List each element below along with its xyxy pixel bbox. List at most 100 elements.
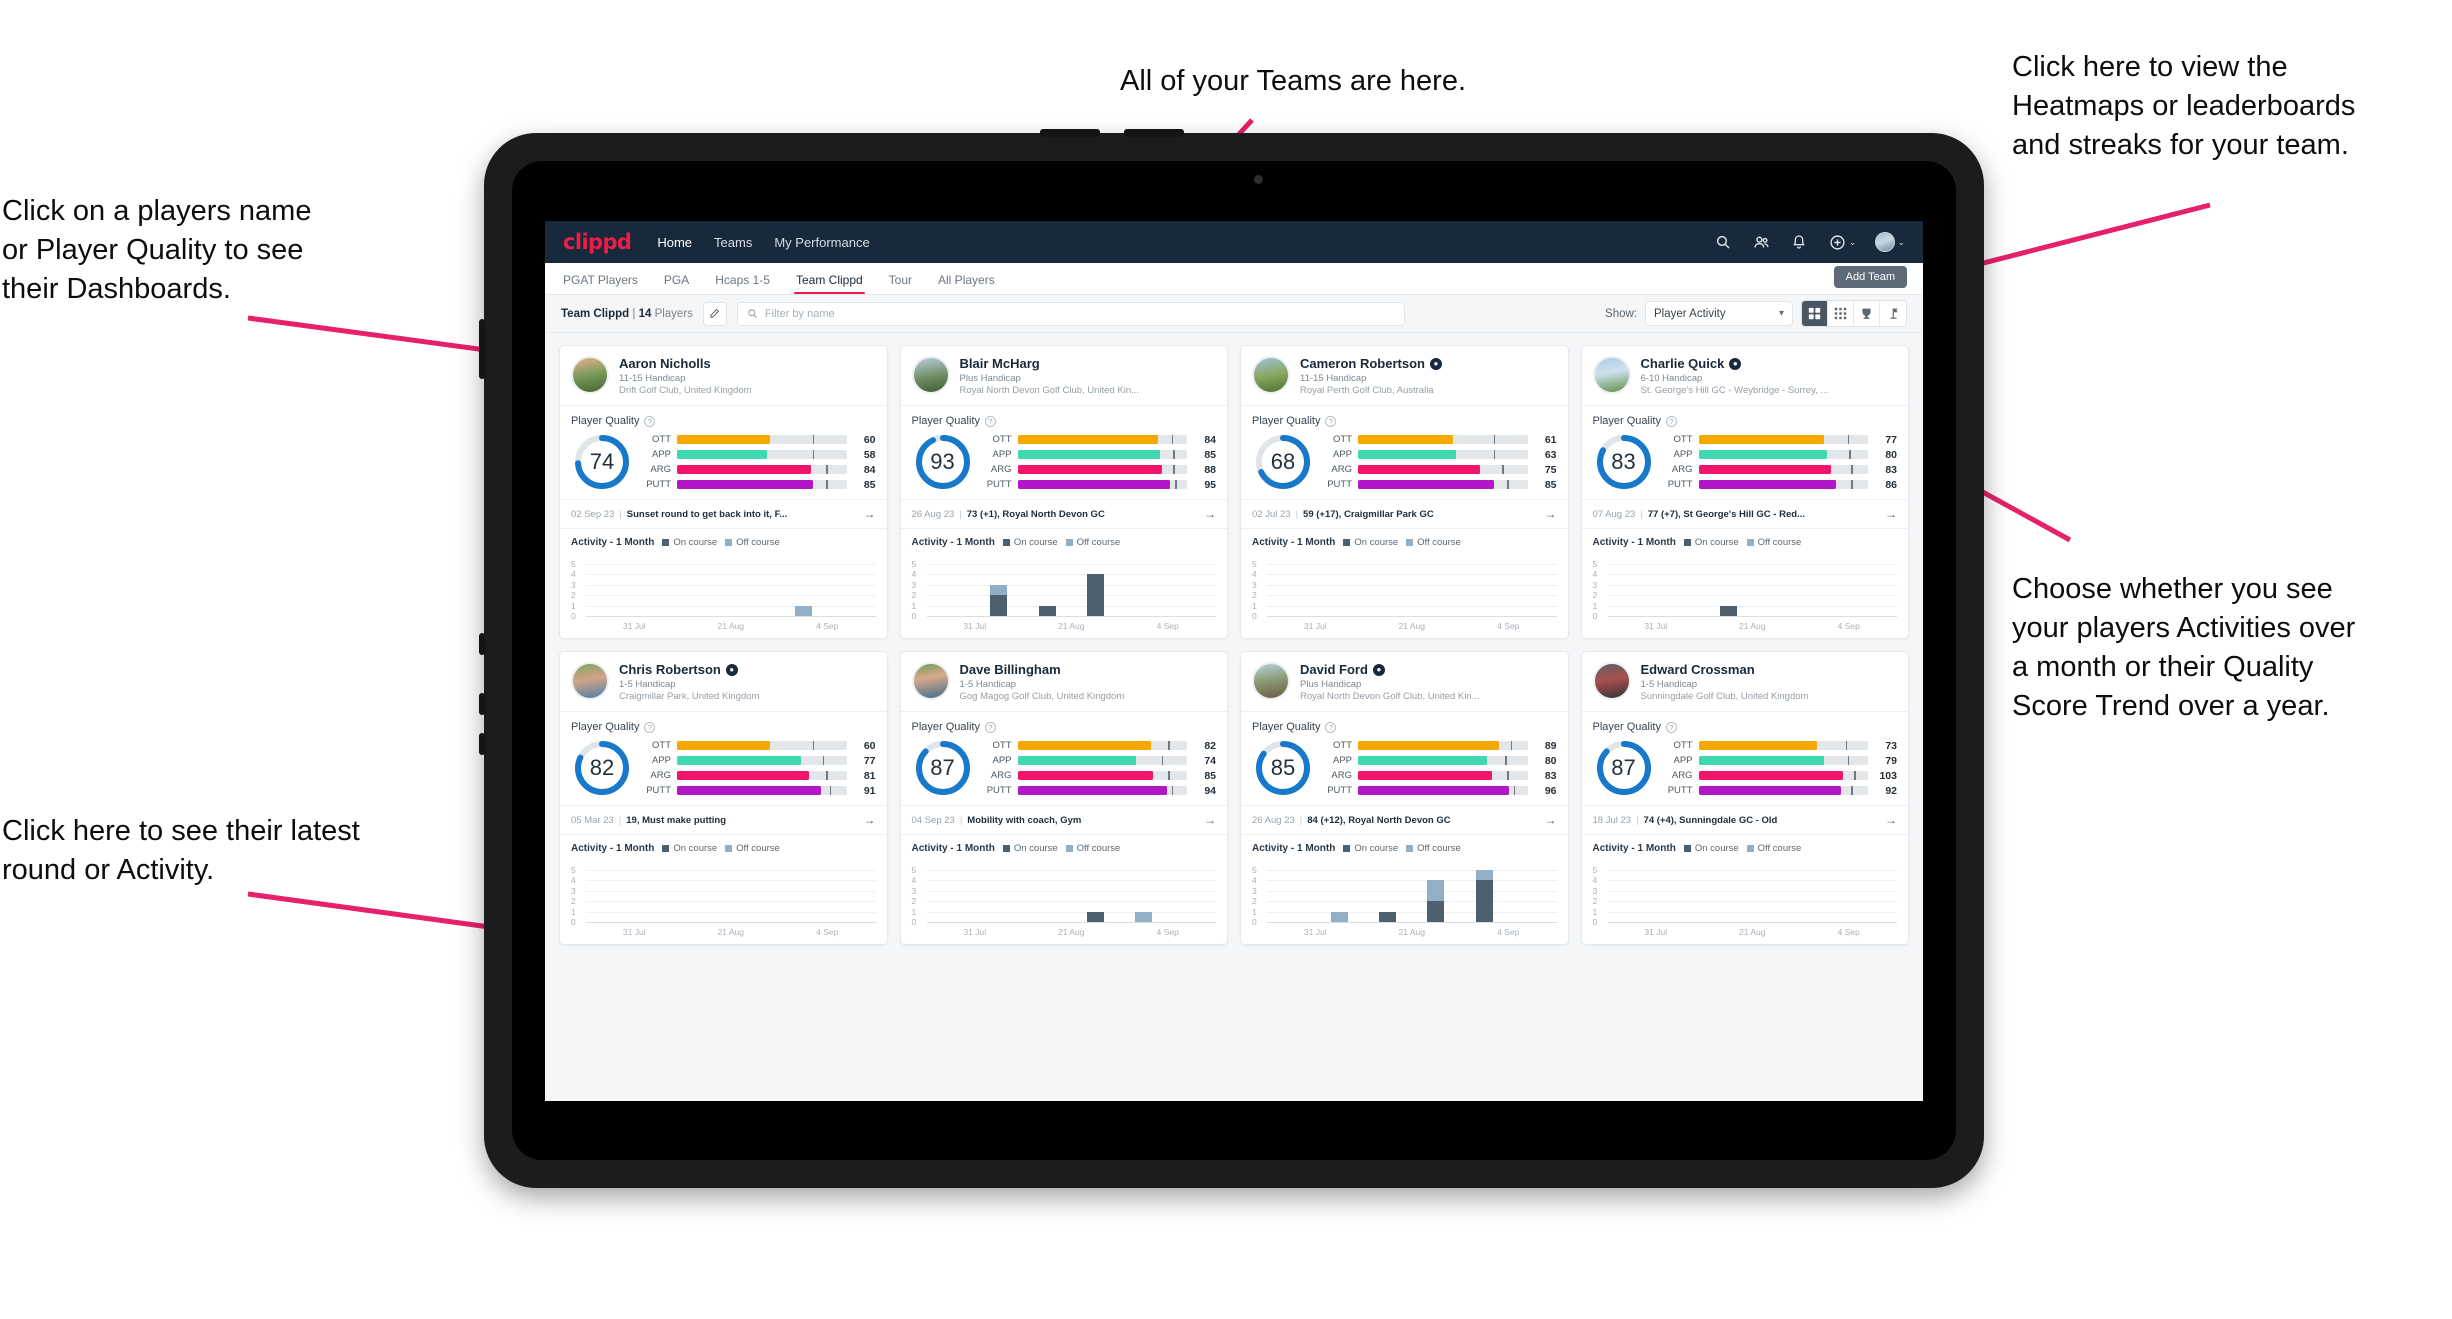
team-tab-team-clippd[interactable]: Team Clippd [793,273,865,294]
player-quality-section[interactable]: Player Quality? 83 OTT 77 APP 80 ARG 83 PUTT 86 [1582,406,1909,499]
avatar [911,356,950,394]
player-name-row[interactable]: Chris Robertson ● [619,662,759,677]
latest-round-row[interactable]: 26 Aug 23 | 73 (+1), Royal North Devon GC → [900,499,1227,529]
player-quality-section[interactable]: Player Quality? 85 OTT 89 APP 80 ARG 83 PUTT 96 [1241,712,1568,805]
player-name[interactable]: Aaron Nicholls [619,356,711,371]
clippd-logo[interactable]: clippd [563,230,632,254]
user-avatar[interactable] [1875,232,1896,252]
player-card[interactable]: Cameron Robertson ● 11-15 Handicap Royal Pe… [1240,345,1569,639]
latest-round-row[interactable]: 02 Jul 23 | 59 (+17), Craigmillar Park GC → [1241,499,1568,529]
player-name-row[interactable]: Charlie Quick ● [1641,356,1829,371]
player-name[interactable]: Blair McHarg [960,356,1040,371]
latest-round-row[interactable]: 05 Mar 23 | 19, Must make putting → [560,805,887,835]
plus-circle-icon[interactable] [1828,233,1847,252]
round-arrow-icon[interactable]: → [1198,507,1216,521]
player-quality-section[interactable]: Player Quality? 87 OTT 73 APP 79 ARG 103 PUTT 92 [1582,712,1909,805]
people-icon[interactable] [1752,233,1771,252]
latest-round-row[interactable]: 26 Aug 23 | 84 (+12), Royal North Devon GC… [1241,805,1568,835]
player-quality-section[interactable]: Player Quality? 68 OTT 61 APP 63 ARG 75 PUTT 85 [1241,406,1568,499]
nav-link-my-performance[interactable]: My Performance [774,235,869,250]
team-tab-hcaps-1-5[interactable]: Hcaps 1-5 [715,273,770,294]
team-tab-tour[interactable]: Tour [889,273,912,294]
round-arrow-icon[interactable]: → [1198,813,1216,827]
player-name-row[interactable]: Aaron Nicholls [619,356,752,371]
legend-swatch-off [1746,845,1754,852]
help-icon[interactable]: ? [1325,721,1337,733]
metric-bar-track [1698,435,1868,444]
pencil-icon[interactable] [702,301,727,326]
add-team-button[interactable]: Add Team [1833,266,1907,288]
help-icon[interactable]: ? [1325,415,1337,427]
help-icon[interactable]: ? [984,721,996,733]
help-icon[interactable]: ? [1665,721,1677,733]
help-icon[interactable]: ? [644,415,656,427]
metric-label: ARG [650,770,671,781]
team-tab-pgat-players[interactable]: PGAT Players [563,273,638,294]
metric-label: ARG [990,770,1012,781]
round-arrow-icon[interactable]: → [1879,813,1897,827]
player-name[interactable]: Edward Crossman [1641,662,1755,677]
search-input-placeholder[interactable]: Filter by name [765,308,835,320]
player-card[interactable]: Edward Crossman 1-5 Handicap Sunningdale G… [1580,651,1909,945]
latest-round-row[interactable]: 18 Jul 23 | 74 (+4), Sunningdale GC - Old → [1581,805,1908,835]
dense-grid-view-button[interactable] [1828,301,1854,326]
team-tab-pga[interactable]: PGA [664,273,689,294]
player-name[interactable]: Cameron Robertson [1300,356,1425,371]
quality-score-ring: 74 [571,431,633,493]
latest-round-row[interactable]: 07 Aug 23 | 77 (+7), St George's Hill GC -… [1581,499,1908,529]
player-name-row[interactable]: Edward Crossman [1641,662,1809,677]
player-card[interactable]: Aaron Nicholls 11-15 Handicap Drift Golf C… [559,345,888,639]
player-card[interactable]: Charlie Quick ● 6-10 Handicap St. George's … [1580,345,1909,639]
metric-value: 84 [863,463,876,476]
player-name-row[interactable]: David Ford ● [1300,662,1480,677]
nav-link-home[interactable]: Home [657,235,692,250]
bell-icon[interactable] [1790,233,1809,252]
player-card[interactable]: David Ford ● Plus Handicap Royal North Devo… [1240,651,1569,945]
latest-round-row[interactable]: 04 Sep 23 | Mobility with coach, Gym → [900,805,1227,835]
chart-bar-column [1071,911,1119,922]
chart-x-tick: 4 Sep [816,927,839,937]
player-card[interactable]: Blair McHarg Plus Handicap Royal North Dev… [899,345,1228,639]
metric-bar-fill [677,741,771,750]
show-select[interactable]: Player Activity ▾ [1645,301,1793,326]
player-quality-section[interactable]: Player Quality? 82 OTT 60 APP 77 ARG 81 PUTT 91 [560,712,887,805]
round-arrow-icon[interactable]: → [858,507,876,521]
round-arrow-icon[interactable]: → [858,813,876,827]
chart-x-tick: 4 Sep [816,621,839,631]
help-icon[interactable]: ? [644,721,656,733]
search-icon[interactable] [1714,233,1733,252]
trophy-icon[interactable] [1854,301,1880,326]
player-name-row[interactable]: Cameron Robertson ● [1300,356,1442,371]
round-arrow-icon[interactable]: → [1539,507,1557,521]
team-tab-all-players[interactable]: All Players [938,273,995,294]
player-quality-section[interactable]: Player Quality? 87 OTT 82 APP 74 ARG 85 PUTT 94 [901,712,1228,805]
chart-x-tick: 4 Sep [1497,621,1520,631]
chart-axis [926,922,1216,923]
player-name[interactable]: Charlie Quick [1641,356,1725,371]
player-name-row[interactable]: Blair McHarg [960,356,1140,371]
chart-bar-stack [1086,574,1104,616]
nav-link-teams[interactable]: Teams [714,235,752,250]
player-quality-label: Player Quality [1252,415,1321,427]
player-card[interactable]: Chris Robertson ● 1-5 Handicap Craigmillar … [559,651,888,945]
filter-by-name-search[interactable]: Filter by name [736,301,1405,326]
device-button-left-4 [479,733,485,755]
help-icon[interactable]: ? [984,415,996,427]
flag-icon[interactable] [1880,301,1906,326]
user-menu-caret-icon[interactable]: ⌄ [1897,237,1905,248]
player-quality-section[interactable]: Player Quality? 93 OTT 84 APP 85 ARG 88 PUTT 95 [901,406,1228,499]
player-name[interactable]: Dave Billingham [960,662,1061,677]
player-card[interactable]: Dave Billingham 1-5 Handicap Gog Magog Gol… [899,651,1228,945]
chart-y-tick: 4 [1592,569,1598,580]
player-quality-section[interactable]: Player Quality? 74 OTT 60 APP 58 ARG 84 PUTT 85 [560,406,887,499]
player-name[interactable]: Chris Robertson [619,662,721,677]
add-menu-caret-icon[interactable]: ⌄ [1849,237,1857,248]
player-name-row[interactable]: Dave Billingham [960,662,1125,677]
round-arrow-icon[interactable]: → [1539,813,1557,827]
round-arrow-icon[interactable]: → [1879,507,1897,521]
help-icon[interactable]: ? [1665,415,1677,427]
latest-round-row[interactable]: 02 Sep 23 | Sunset round to get back into … [560,499,887,529]
grid-view-button[interactable] [1802,301,1828,326]
chart-x-labels: 31 Jul 21 Aug 4 Sep [1608,621,1898,631]
player-name[interactable]: David Ford [1300,662,1368,677]
